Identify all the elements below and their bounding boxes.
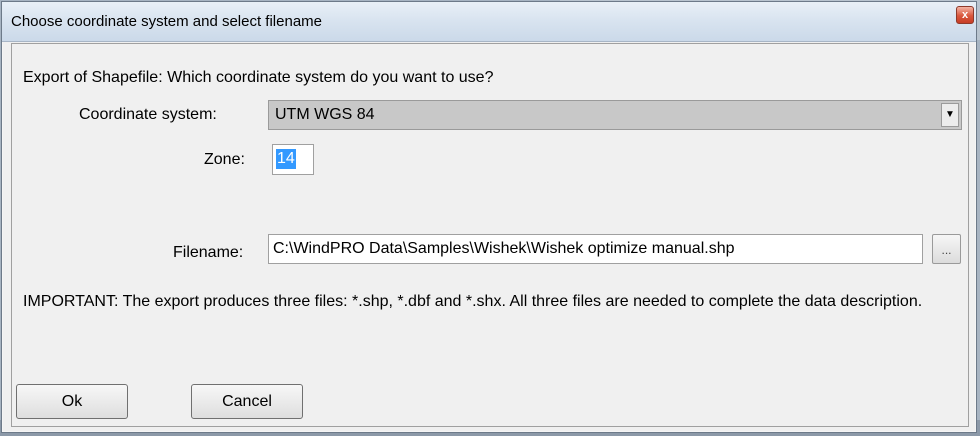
coordinate-system-label: Coordinate system:	[79, 106, 217, 123]
important-note: IMPORTANT: The export produces three fil…	[23, 293, 923, 310]
zone-label: Zone:	[204, 151, 245, 168]
cancel-button[interactable]: Cancel	[191, 384, 303, 419]
chevron-down-icon: ▼	[945, 109, 955, 120]
coordinate-system-select[interactable]: UTM WGS 84 ▼	[268, 100, 962, 130]
title-bar: Choose coordinate system and select file…	[2, 2, 976, 42]
zone-input[interactable]: 14	[272, 144, 314, 175]
close-icon: x	[961, 9, 969, 21]
filename-input[interactable]: C:\WindPRO Data\Samples\Wishek\Wishek op…	[268, 234, 923, 264]
window-title: Choose coordinate system and select file…	[11, 13, 323, 30]
ok-button[interactable]: Ok	[16, 384, 128, 419]
coordinate-system-value: UTM WGS 84	[275, 106, 375, 123]
filename-label: Filename:	[173, 244, 244, 261]
zone-value: 14	[276, 149, 296, 169]
close-button[interactable]: x	[956, 6, 974, 24]
dialog-content: Export of Shapefile: Which coordinate sy…	[11, 43, 969, 427]
dropdown-button[interactable]: ▼	[941, 103, 959, 127]
export-question: Export of Shapefile: Which coordinate sy…	[23, 69, 494, 86]
filename-value: C:\WindPRO Data\Samples\Wishek\Wishek op…	[273, 240, 735, 257]
browse-button[interactable]: ...	[932, 234, 961, 264]
export-dialog: Choose coordinate system and select file…	[1, 1, 977, 433]
